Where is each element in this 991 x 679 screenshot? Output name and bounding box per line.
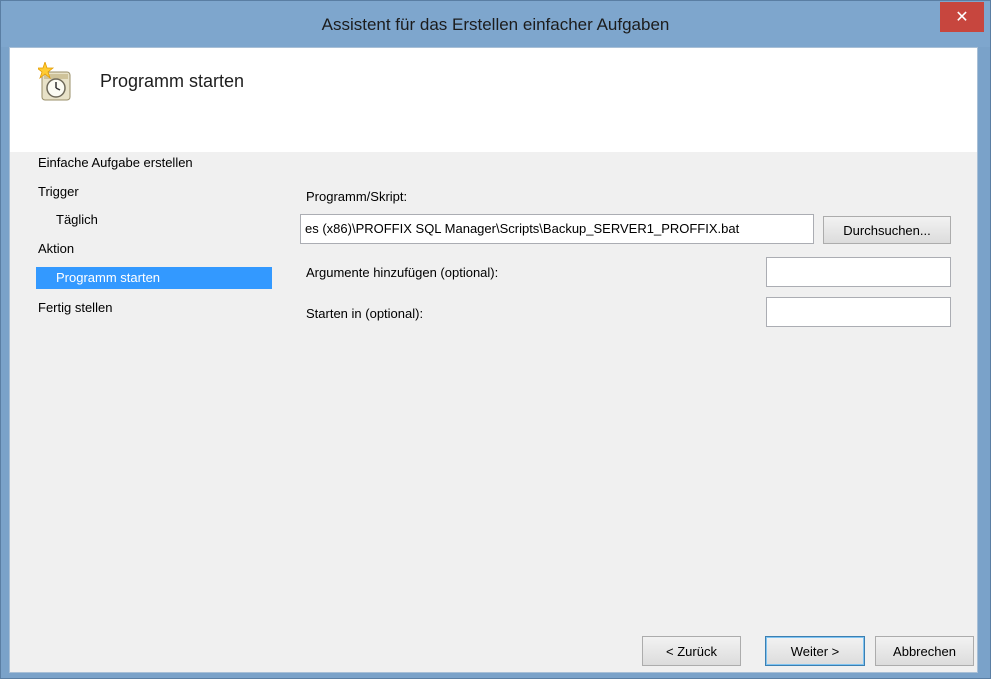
browse-button[interactable]: Durchsuchen... <box>823 216 951 244</box>
wizard-header: Programm starten <box>10 48 977 152</box>
wizard-window: Assistent für das Erstellen einfacher Au… <box>0 0 991 679</box>
close-icon: ✕ <box>955 9 969 26</box>
task-scheduler-clock-icon <box>38 62 71 101</box>
nav-item-programm-starten[interactable]: Programm starten <box>36 267 272 289</box>
wizard-steps-nav: Einfache Aufgabe erstellen Trigger Tägli… <box>10 152 280 672</box>
dialog-client-area: Programm starten Einfache Aufgabe erstel… <box>9 47 978 673</box>
arguments-label: Argumente hinzufügen (optional): <box>306 265 499 280</box>
cancel-button[interactable]: Abbrechen <box>875 636 974 666</box>
window-title: Assistent für das Erstellen einfacher Au… <box>321 15 670 34</box>
arguments-input[interactable] <box>766 257 951 287</box>
next-button[interactable]: Weiter > <box>765 636 865 666</box>
nav-item-einfache-aufgabe[interactable]: Einfache Aufgabe erstellen <box>38 152 193 174</box>
start-in-label: Starten in (optional): <box>306 306 424 321</box>
program-script-label: Programm/Skript: <box>306 189 408 204</box>
program-script-input[interactable]: es (x86)\PROFFIX SQL Manager\Scripts\Bac… <box>300 214 814 244</box>
title-bar[interactable]: Assistent für das Erstellen einfacher Au… <box>1 1 990 47</box>
close-button[interactable]: ✕ <box>940 2 984 32</box>
nav-item-trigger[interactable]: Trigger <box>38 181 79 203</box>
nav-item-taeglich[interactable]: Täglich <box>56 209 98 231</box>
nav-item-aktion[interactable]: Aktion <box>38 238 74 260</box>
page-title: Programm starten <box>100 71 245 91</box>
start-in-input[interactable] <box>766 297 951 327</box>
nav-item-fertig-stellen[interactable]: Fertig stellen <box>38 297 112 319</box>
back-button[interactable]: < Zurück <box>642 636 741 666</box>
